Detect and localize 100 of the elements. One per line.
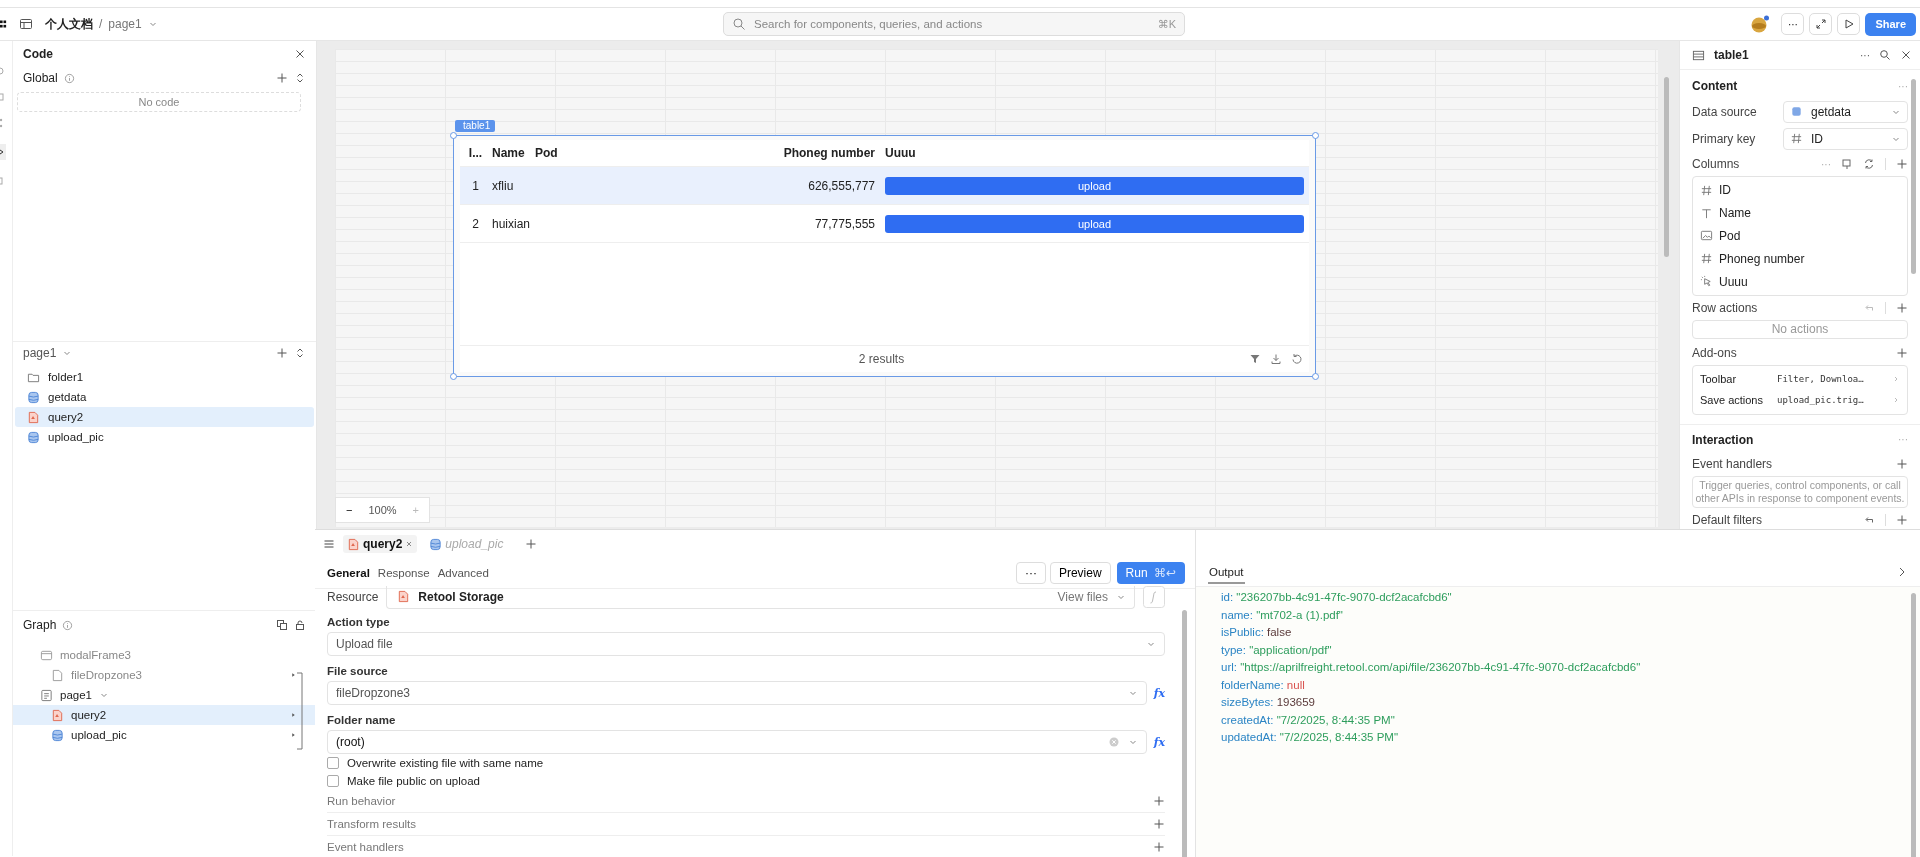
query-list-item[interactable]: query2 [15,407,314,427]
preview-button[interactable] [1837,13,1861,35]
select-field[interactable]: ID [1783,127,1908,150]
page-selector[interactable]: page1 [108,17,142,31]
share-button[interactable]: Share [1865,12,1916,36]
plus-icon[interactable] [1896,347,1908,359]
search-icon[interactable] [1879,49,1891,61]
zoom-out-button[interactable]: − [342,504,357,516]
column-item[interactable]: Phoneg number [1700,247,1900,271]
sync-icon[interactable] [1863,158,1875,170]
graph-node[interactable]: modalFrame3 [13,645,316,665]
column-header[interactable]: Uuuu [880,146,1309,160]
column-header[interactable]: Name [487,146,530,160]
column-header[interactable]: Pod [530,146,755,160]
plus-icon[interactable] [1896,302,1908,314]
more-menu[interactable]: ··· [1860,49,1870,61]
plus-icon[interactable] [1153,818,1165,830]
checkbox[interactable] [327,775,339,787]
section-title[interactable]: Event handlers [327,841,404,853]
field-label: Primary key [1692,131,1757,146]
column-header[interactable]: Phoneg number [755,146,880,160]
section-title[interactable]: Run behavior [327,795,396,807]
plus-icon[interactable] [1896,458,1908,470]
component-name[interactable]: table1 [1714,48,1749,62]
upload-button[interactable]: upload [885,214,1304,233]
run-button[interactable]: Run ⌘↩ [1116,562,1185,584]
expand-collapse-icon[interactable] [294,72,306,84]
addon-item[interactable]: Toolbar Filter, Downloa… [1700,369,1900,390]
resource-select[interactable]: Retool Storage View files [386,585,1135,609]
preview-button[interactable]: Preview [1049,562,1111,584]
plus-icon[interactable] [1153,795,1165,807]
copy-icon[interactable] [276,619,288,631]
query-list-item[interactable]: upload_pic [15,427,314,447]
output-tab[interactable]: Output [1208,560,1245,584]
json-value: "7/2/2025, 8:44:35 PM" [1279,731,1398,743]
query-list-item[interactable]: getdata [15,387,314,407]
json-key: folderName: [1221,678,1284,691]
checkbox[interactable] [327,757,339,769]
undo-icon[interactable] [1863,514,1875,526]
plus-icon[interactable] [525,538,538,550]
field-label: Data source [1692,104,1758,119]
filter-icon[interactable] [1249,353,1261,365]
expand-collapse-icon[interactable] [294,347,306,359]
close-icon[interactable] [294,48,306,60]
page-selector[interactable]: page1 [23,346,57,360]
download-icon[interactable] [1270,353,1282,365]
code-tool-icon[interactable] [0,144,6,160]
plus-icon[interactable] [1896,158,1908,170]
search-field[interactable]: Search for components, queries, and actions [752,17,1152,31]
plus-icon[interactable] [1896,514,1908,526]
column-item[interactable]: Uuuu [1700,270,1900,293]
app-name[interactable]: 个人文档 [45,15,93,33]
table-frame[interactable]: I... Name Pod Phoneg number Uuuu 1 xfliu 626,555,777 upload 2 huixian 77,775,555 upload 2 results [453,135,1316,377]
graph-node[interactable]: upload_pic [13,725,316,745]
select-field[interactable]: fileDropzone3 [327,681,1147,705]
upload-button[interactable]: upload [885,176,1304,195]
lock-icon[interactable] [294,619,306,631]
column-item[interactable]: Name [1700,201,1900,225]
close-icon[interactable] [1900,49,1912,61]
plus-icon[interactable] [276,72,288,84]
select-field[interactable]: Upload file [327,632,1165,656]
avatar-icon[interactable] [1749,15,1772,33]
table-row[interactable]: 2 huixian 77,775,555 upload [460,205,1309,243]
table-row[interactable]: 1 xfliu 626,555,777 upload [460,167,1309,205]
column-header[interactable]: I... [460,146,487,160]
json-value: "236207bb-4c91-47fc-9070-dcf2acafcbd6" [1236,591,1452,603]
query-tab[interactable]: query2 [343,535,418,553]
plus-icon[interactable] [276,347,288,359]
info-icon [62,619,74,631]
editor-tab[interactable]: Advanced [437,567,493,579]
graph-node[interactable]: fileDropzone3 [13,665,316,685]
section-title: Interaction [1692,433,1754,447]
close-icon[interactable] [405,540,414,548]
section-title: Content [1692,79,1738,93]
json-key: sizeBytes: [1221,696,1274,708]
more-button[interactable]: ··· [1781,13,1805,35]
layout-icon[interactable] [19,17,33,31]
fullscreen-button[interactable] [1809,13,1833,35]
window-icon [40,648,53,662]
json-value: null [1286,678,1305,691]
fx-toggle[interactable]: fx [1153,686,1165,700]
select-field[interactable]: getdata [1783,100,1908,123]
select-field[interactable]: (root) [327,730,1147,754]
editor-tab[interactable]: General [327,567,374,579]
section-title[interactable]: Transform results [327,818,417,830]
column-item[interactable]: ID [1700,179,1900,202]
refresh-icon[interactable] [1291,353,1303,365]
more-button[interactable]: ··· [1015,562,1046,584]
shortcut-hint: ⌘K [1157,17,1176,31]
graph-node[interactable]: query2 [13,705,316,725]
graph-node[interactable]: page1 [13,685,316,705]
addon-item[interactable]: Save actions upload_pic.trig… [1700,390,1900,411]
plus-icon[interactable] [1153,841,1165,853]
column-item[interactable]: Pod [1700,224,1900,248]
editor-tab[interactable]: Response [377,567,434,579]
query-list-item[interactable]: folder1 [15,367,314,387]
menu-icon[interactable] [323,538,335,550]
fx-toggle[interactable]: fx [1153,735,1165,749]
add-column-icon[interactable] [1841,158,1853,170]
tool-icon[interactable] [0,66,6,76]
